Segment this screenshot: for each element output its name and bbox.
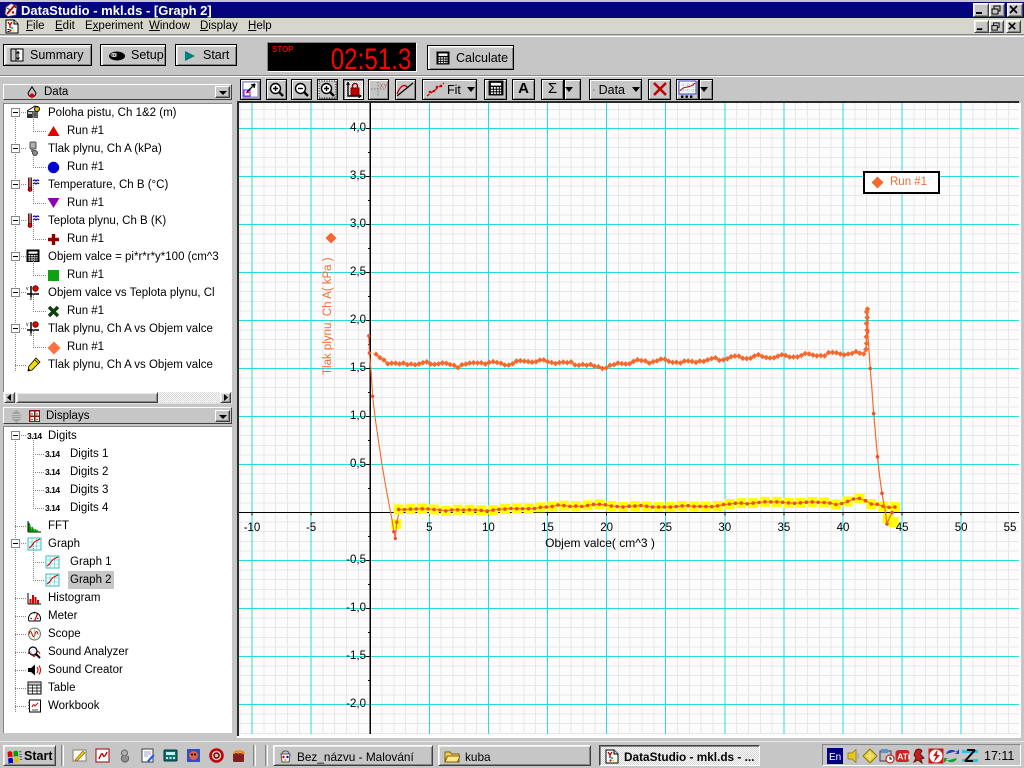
svg-text:3.14: 3.14 (45, 485, 60, 495)
svg-text:3.14: 3.14 (27, 431, 42, 441)
svg-text:ATi: ATi (897, 752, 910, 762)
svg-text:En: En (829, 752, 841, 763)
svg-text:3.14: 3.14 (45, 449, 60, 459)
svg-text:3.14: 3.14 (45, 467, 60, 477)
svg-text:v: v (26, 286, 29, 292)
svg-text:XY: XY (380, 84, 388, 90)
svg-text:3.14: 3.14 (45, 503, 60, 513)
svg-text:v: v (26, 322, 29, 328)
